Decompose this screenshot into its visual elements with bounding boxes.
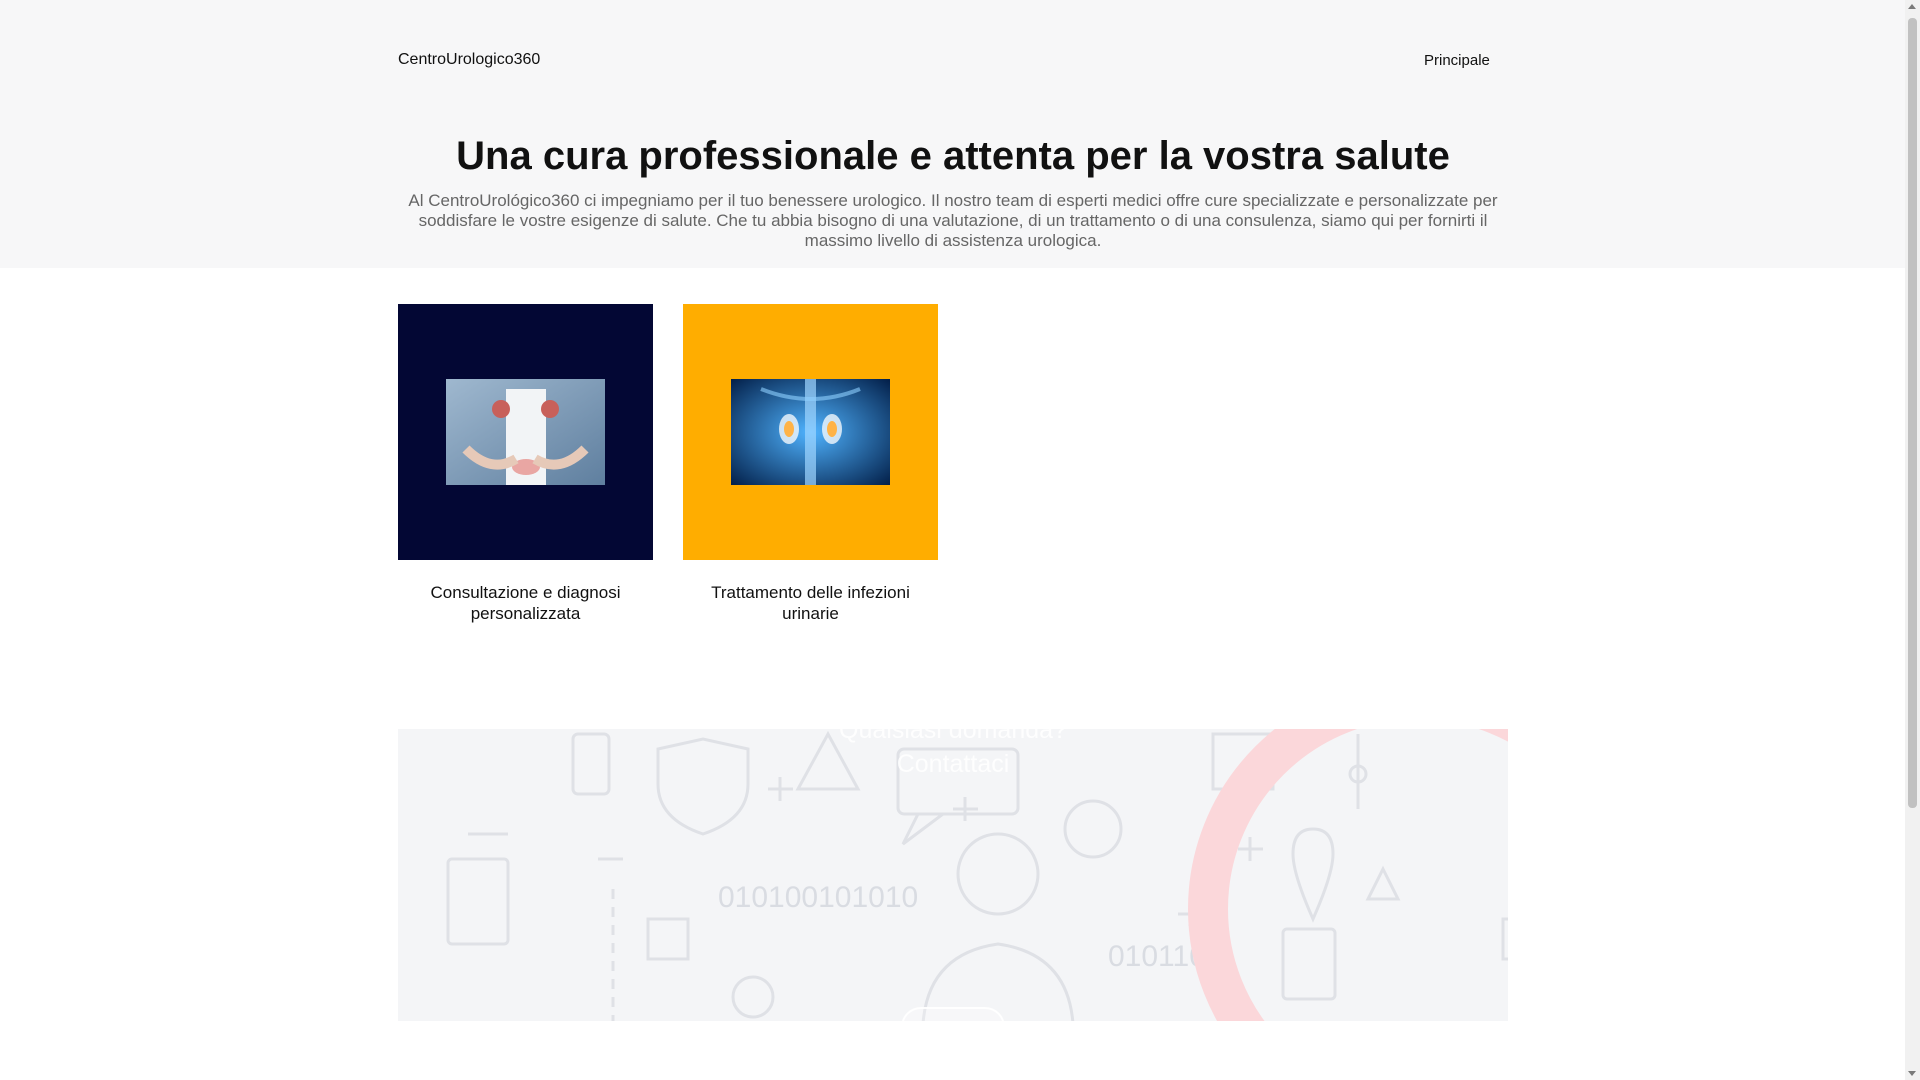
service-label: Consultazione e diagnosi personalizzata: [430, 583, 621, 623]
brand-logo[interactable]: CentroUrologico360: [398, 51, 540, 69]
page-scrollbar[interactable]: [1905, 0, 1920, 1080]
hero-description: Al CentroUrológico360 ci impegniamo per …: [408, 191, 1498, 250]
scrollbar-thumb[interactable]: [1908, 18, 1917, 808]
service-tile-dark: [398, 304, 653, 560]
service-card-consultation[interactable]: Consultazione e diagnosi personalizzata: [398, 304, 653, 624]
service-label: Trattamento delle infezioni urinarie: [711, 583, 910, 623]
contact-banner: 010100101010 010110 Qualsiasi domanda? C…: [398, 729, 1508, 1021]
nav-link-principale[interactable]: Principale: [1424, 52, 1490, 69]
contact-button[interactable]: [901, 1007, 1005, 1047]
contact-title-line2: Contattaci: [896, 750, 1010, 778]
scroll-up-icon[interactable]: [1908, 4, 1916, 9]
hero-title: Una cura professionale e attenta per la …: [456, 134, 1450, 178]
svg-text:010100101010: 010100101010: [718, 881, 918, 914]
scroll-down-icon[interactable]: [1908, 1071, 1916, 1076]
doctor-kidneys-image: [446, 379, 605, 485]
contact-title-line1: Qualsiasi domanda?: [839, 729, 1067, 744]
service-card-infections[interactable]: Trattamento delle infezioni urinarie: [683, 304, 938, 624]
service-tile-orange: [683, 304, 938, 560]
xray-kidneys-image: [731, 379, 890, 485]
